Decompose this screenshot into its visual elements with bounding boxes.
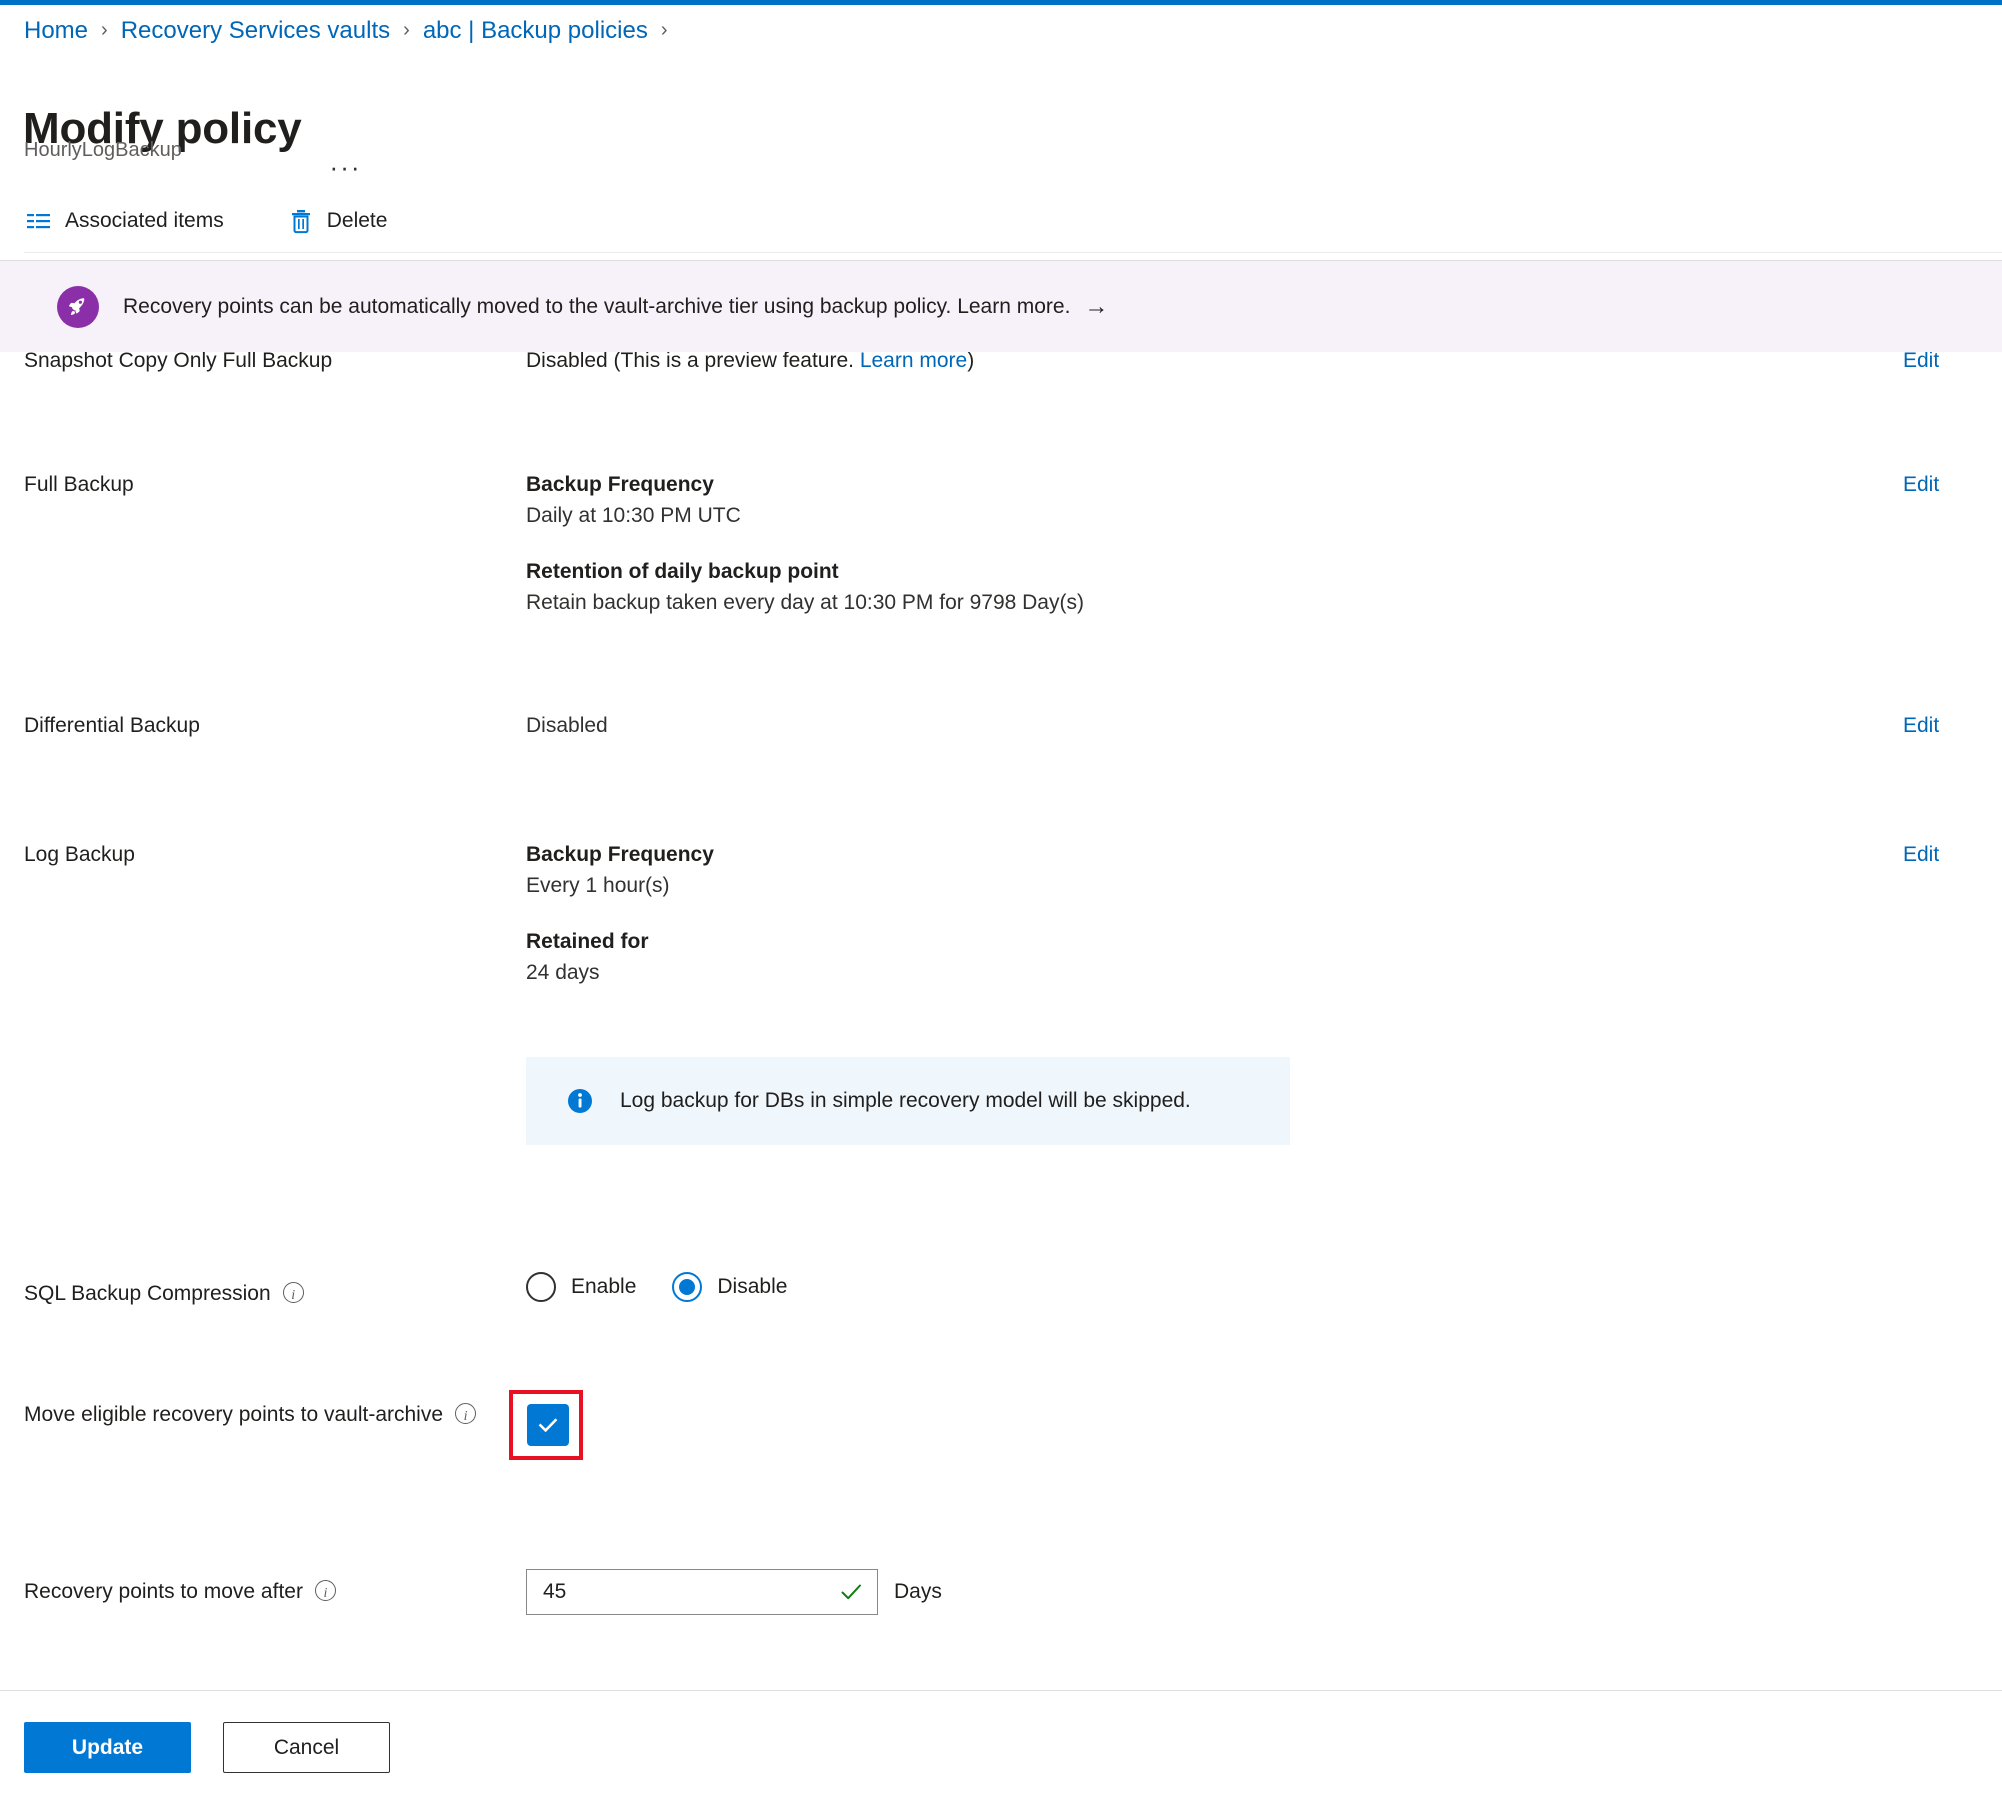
breadcrumb-separator-icon: › bbox=[101, 19, 108, 41]
page-subtitle: HourlyLogBackup bbox=[24, 139, 182, 161]
breadcrumb-separator-icon: › bbox=[403, 19, 410, 41]
log-backup-value: Backup Frequency Every 1 hour(s) Retaine… bbox=[526, 840, 714, 988]
snapshot-value-prefix: Disabled (This is a preview feature. bbox=[526, 349, 860, 372]
log-backup-frequency-heading: Backup Frequency bbox=[526, 843, 714, 866]
vault-archive-notification-banner: Recovery points can be automatically mov… bbox=[0, 260, 2002, 352]
log-backup-frequency-text: Every 1 hour(s) bbox=[526, 874, 670, 897]
full-backup-retention-text: Retain backup taken every day at 10:30 P… bbox=[526, 591, 1084, 614]
list-icon bbox=[26, 208, 52, 234]
info-icon bbox=[566, 1087, 594, 1115]
associated-items-button[interactable]: Associated items bbox=[24, 204, 226, 238]
more-options-button[interactable]: ··· bbox=[330, 154, 362, 180]
green-checkmark-icon bbox=[839, 1580, 863, 1604]
full-backup-value: Backup Frequency Daily at 10:30 PM UTC R… bbox=[526, 470, 1084, 618]
delete-label: Delete bbox=[326, 209, 388, 232]
full-backup-label: Full Backup bbox=[24, 473, 134, 496]
full-backup-frequency-heading: Backup Frequency bbox=[526, 473, 714, 496]
update-button[interactable]: Update bbox=[24, 1722, 191, 1773]
top-accent-bar bbox=[0, 0, 2002, 5]
log-backup-retention-heading: Retained for bbox=[526, 930, 649, 953]
move-after-unit-label: Days bbox=[894, 1580, 942, 1603]
trash-icon bbox=[288, 208, 314, 234]
checkmark-icon bbox=[538, 1418, 558, 1433]
snapshot-value-suffix: ) bbox=[967, 349, 975, 372]
breadcrumb-item-home[interactable]: Home bbox=[24, 16, 88, 46]
radio-option-enable[interactable]: Enable bbox=[526, 1272, 636, 1302]
radio-disable-indicator bbox=[672, 1272, 703, 1302]
log-backup-label: Log Backup bbox=[24, 843, 135, 866]
log-backup-info-box: Log backup for DBs in simple recovery mo… bbox=[526, 1057, 1290, 1145]
log-backup-retention-text: 24 days bbox=[526, 961, 600, 984]
breadcrumb-item-recovery-services-vaults[interactable]: Recovery Services vaults bbox=[121, 16, 390, 46]
breadcrumb-item-backup-policies[interactable]: abc | Backup policies bbox=[423, 16, 648, 46]
differential-backup-edit-link[interactable]: Edit bbox=[1903, 711, 1939, 741]
breadcrumb: Home › Recovery Services vaults › abc | … bbox=[24, 16, 681, 46]
differential-backup-text: Disabled bbox=[526, 714, 608, 737]
radio-enable-label: Enable bbox=[571, 1275, 637, 1298]
footer-divider bbox=[0, 1690, 2002, 1691]
full-backup-frequency-text: Daily at 10:30 PM UTC bbox=[526, 504, 741, 527]
radio-option-disable[interactable]: Disable bbox=[672, 1272, 787, 1302]
full-backup-retention-heading: Retention of daily backup point bbox=[526, 560, 839, 583]
info-circle-icon[interactable] bbox=[282, 1281, 304, 1311]
breadcrumb-separator-icon: › bbox=[660, 19, 668, 41]
page-title-row: Modify policy ··· bbox=[23, 74, 362, 185]
radio-enable-indicator bbox=[526, 1272, 556, 1302]
move-after-label: Recovery points to move after bbox=[24, 1577, 336, 1609]
associated-items-label: Associated items bbox=[65, 209, 224, 232]
vault-archive-label-text: Move eligible recovery points to vault-a… bbox=[24, 1403, 444, 1426]
log-backup-edit-link[interactable]: Edit bbox=[1903, 840, 1939, 870]
command-bar-divider bbox=[24, 252, 2002, 253]
banner-message: Recovery points can be automatically mov… bbox=[123, 294, 1071, 318]
differential-backup-value: Disabled bbox=[526, 711, 608, 741]
arrow-right-icon[interactable]: → bbox=[1084, 293, 1108, 320]
move-after-input[interactable]: 45 bbox=[526, 1569, 878, 1615]
differential-backup-label: Differential Backup bbox=[24, 714, 200, 737]
sql-backup-compression-label: SQL Backup Compression bbox=[24, 1279, 304, 1311]
move-after-value: 45 bbox=[543, 1580, 567, 1603]
info-circle-icon[interactable] bbox=[314, 1579, 336, 1609]
info-circle-icon[interactable] bbox=[455, 1402, 477, 1432]
full-backup-edit-link[interactable]: Edit bbox=[1903, 470, 1939, 500]
move-after-field-group: 45 Days bbox=[526, 1569, 942, 1615]
delete-button[interactable]: Delete bbox=[286, 204, 390, 238]
rocket-icon bbox=[57, 285, 99, 328]
command-bar: Associated items Delete bbox=[24, 204, 389, 238]
move-after-label-text: Recovery points to move after bbox=[24, 1580, 303, 1603]
vault-archive-label: Move eligible recovery points to vault-a… bbox=[24, 1400, 494, 1432]
footer-actions: Update Cancel bbox=[24, 1722, 390, 1773]
sql-backup-compression-radio-group: Enable Disable bbox=[526, 1272, 787, 1302]
banner-message-row: Recovery points can be automatically mov… bbox=[123, 293, 1108, 320]
sql-backup-compression-label-text: SQL Backup Compression bbox=[24, 1282, 271, 1305]
modify-policy-page: Home › Recovery Services vaults › abc | … bbox=[0, 0, 2002, 1808]
radio-disable-label: Disable bbox=[717, 1275, 788, 1298]
log-backup-info-message: Log backup for DBs in simple recovery mo… bbox=[620, 1089, 1191, 1112]
vault-archive-annotation-box bbox=[509, 1390, 583, 1460]
vault-archive-checkbox[interactable] bbox=[527, 1404, 569, 1446]
snapshot-learn-more-link[interactable]: Learn more bbox=[860, 349, 967, 372]
cancel-button[interactable]: Cancel bbox=[223, 1722, 390, 1773]
